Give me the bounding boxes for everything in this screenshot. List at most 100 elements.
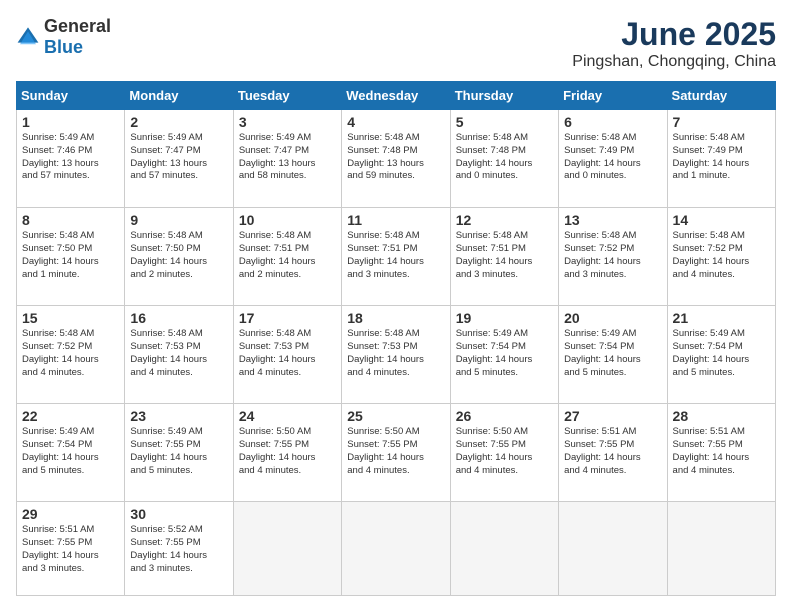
cell-info: Sunrise: 5:49 AM Sunset: 7:47 PM Dayligh… [130,132,227,183]
logo-text-general: General [44,16,111,36]
day-number: 25 [347,408,444,424]
cell-info: Sunrise: 5:50 AM Sunset: 7:55 PM Dayligh… [239,426,336,477]
table-row: 21 Sunrise: 5:49 AM Sunset: 7:54 PM Dayli… [667,306,775,404]
table-row: 24 Sunrise: 5:50 AM Sunset: 7:55 PM Dayli… [233,404,341,502]
day-number: 20 [564,310,661,326]
table-row: 19Sunrise: 5:49 AM Sunset: 7:54 PM Dayli… [450,306,558,404]
table-row: 27 Sunrise: 5:51 AM Sunset: 7:55 PM Dayli… [559,404,667,502]
table-row: 7 Sunrise: 5:48 AM Sunset: 7:49 PM Daylig… [667,110,775,208]
header: General Blue June 2025 Pingshan, Chongqi… [16,16,776,71]
col-wednesday: Wednesday [342,82,450,110]
col-thursday: Thursday [450,82,558,110]
day-number: 13 [564,212,661,228]
cell-info: Sunrise: 5:48 AM Sunset: 7:53 PM Dayligh… [239,328,336,379]
day-number: 7 [673,114,770,130]
cell-info: Sunrise: 5:48 AM Sunset: 7:51 PM Dayligh… [347,230,444,281]
cell-info: Sunrise: 5:49 AM Sunset: 7:47 PM Dayligh… [239,132,336,183]
cell-info: Sunrise: 5:50 AM Sunset: 7:55 PM Dayligh… [456,426,553,477]
day-number: 29 [22,506,119,522]
cell-info: Sunrise: 5:49 AM Sunset: 7:55 PM Dayligh… [130,426,227,477]
day-number: 3 [239,114,336,130]
cell-info: Sunrise: 5:48 AM Sunset: 7:52 PM Dayligh… [673,230,770,281]
logo-icon [16,25,40,49]
cell-info: Sunrise: 5:48 AM Sunset: 7:50 PM Dayligh… [130,230,227,281]
day-number: 4 [347,114,444,130]
title-block: June 2025 Pingshan, Chongqing, China [572,16,776,71]
table-row: 5Sunrise: 5:48 AM Sunset: 7:48 PM Daylig… [450,110,558,208]
table-row: 16Sunrise: 5:48 AM Sunset: 7:53 PM Dayli… [125,306,233,404]
table-row: 30Sunrise: 5:52 AM Sunset: 7:55 PM Dayli… [125,502,233,596]
table-row: 26 Sunrise: 5:50 AM Sunset: 7:55 PM Dayli… [450,404,558,502]
cell-info: Sunrise: 5:49 AM Sunset: 7:54 PM Dayligh… [673,328,770,379]
logo-text-blue: Blue [44,37,83,57]
table-row: 1 Sunrise: 5:49 AM Sunset: 7:46 PM Daylig… [17,110,125,208]
cell-info: Sunrise: 5:51 AM Sunset: 7:55 PM Dayligh… [564,426,661,477]
table-row: 13 Sunrise: 5:48 AM Sunset: 7:52 PM Dayli… [559,208,667,306]
day-number: 10 [239,212,336,228]
cell-info: Sunrise: 5:50 AM Sunset: 7:55 PM Dayligh… [347,426,444,477]
day-number: 15 [22,310,119,326]
cell-info: Sunrise: 5:48 AM Sunset: 7:53 PM Dayligh… [130,328,227,379]
table-row: 17 Sunrise: 5:48 AM Sunset: 7:53 PM Dayli… [233,306,341,404]
cell-info: Sunrise: 5:49 AM Sunset: 7:54 PM Dayligh… [22,426,119,477]
table-row: 9 Sunrise: 5:48 AM Sunset: 7:50 PM Daylig… [125,208,233,306]
day-number: 27 [564,408,661,424]
day-number: 18 [347,310,444,326]
table-row: 15 Sunrise: 5:48 AM Sunset: 7:52 PM Dayli… [17,306,125,404]
cell-info: Sunrise: 5:49 AM Sunset: 7:46 PM Dayligh… [22,132,119,183]
cell-info: Sunrise: 5:49 AM Sunset: 7:54 PM Dayligh… [564,328,661,379]
table-row: 3 Sunrise: 5:49 AM Sunset: 7:47 PM Daylig… [233,110,341,208]
day-number: 24 [239,408,336,424]
day-number: 1 [22,114,119,130]
cell-info: Sunrise: 5:48 AM Sunset: 7:52 PM Dayligh… [564,230,661,281]
day-number: 28 [673,408,770,424]
cell-info: Sunrise: 5:48 AM Sunset: 7:53 PM Dayligh… [347,328,444,379]
col-saturday: Saturday [667,82,775,110]
day-number: 2 [130,114,227,130]
day-number: 14 [673,212,770,228]
table-row: 23Sunrise: 5:49 AM Sunset: 7:55 PM Dayli… [125,404,233,502]
day-number: 19 [456,310,553,326]
day-number: 11 [347,212,444,228]
table-row [450,502,558,596]
calendar-table: Sunday Monday Tuesday Wednesday Thursday… [16,81,776,596]
table-row [559,502,667,596]
table-row: 14 Sunrise: 5:48 AM Sunset: 7:52 PM Dayli… [667,208,775,306]
table-row [342,502,450,596]
col-tuesday: Tuesday [233,82,341,110]
cell-info: Sunrise: 5:52 AM Sunset: 7:55 PM Dayligh… [130,524,227,575]
cell-info: Sunrise: 5:48 AM Sunset: 7:52 PM Dayligh… [22,328,119,379]
day-number: 21 [673,310,770,326]
table-row: 4 Sunrise: 5:48 AM Sunset: 7:48 PM Daylig… [342,110,450,208]
cell-info: Sunrise: 5:48 AM Sunset: 7:49 PM Dayligh… [564,132,661,183]
day-number: 26 [456,408,553,424]
table-row: 29 Sunrise: 5:51 AM Sunset: 7:55 PM Dayli… [17,502,125,596]
logo: General Blue [16,16,111,58]
calendar-header-row: Sunday Monday Tuesday Wednesday Thursday… [17,82,776,110]
day-number: 12 [456,212,553,228]
day-number: 9 [130,212,227,228]
table-row: 8Sunrise: 5:48 AM Sunset: 7:50 PM Daylig… [17,208,125,306]
cell-info: Sunrise: 5:48 AM Sunset: 7:49 PM Dayligh… [673,132,770,183]
day-number: 6 [564,114,661,130]
table-row: 20 Sunrise: 5:49 AM Sunset: 7:54 PM Dayli… [559,306,667,404]
table-row [667,502,775,596]
cell-info: Sunrise: 5:51 AM Sunset: 7:55 PM Dayligh… [22,524,119,575]
cell-info: Sunrise: 5:51 AM Sunset: 7:55 PM Dayligh… [673,426,770,477]
table-row: 25 Sunrise: 5:50 AM Sunset: 7:55 PM Dayli… [342,404,450,502]
col-monday: Monday [125,82,233,110]
day-number: 8 [22,212,119,228]
table-row: 2 Sunrise: 5:49 AM Sunset: 7:47 PM Daylig… [125,110,233,208]
cell-info: Sunrise: 5:48 AM Sunset: 7:51 PM Dayligh… [239,230,336,281]
day-number: 17 [239,310,336,326]
subtitle: Pingshan, Chongqing, China [572,53,776,71]
table-row: 6 Sunrise: 5:48 AM Sunset: 7:49 PM Daylig… [559,110,667,208]
table-row: 12Sunrise: 5:48 AM Sunset: 7:51 PM Dayli… [450,208,558,306]
cell-info: Sunrise: 5:48 AM Sunset: 7:48 PM Dayligh… [347,132,444,183]
table-row [233,502,341,596]
table-row: 11 Sunrise: 5:48 AM Sunset: 7:51 PM Dayli… [342,208,450,306]
page: General Blue June 2025 Pingshan, Chongqi… [0,0,792,612]
col-sunday: Sunday [17,82,125,110]
day-number: 22 [22,408,119,424]
day-number: 5 [456,114,553,130]
